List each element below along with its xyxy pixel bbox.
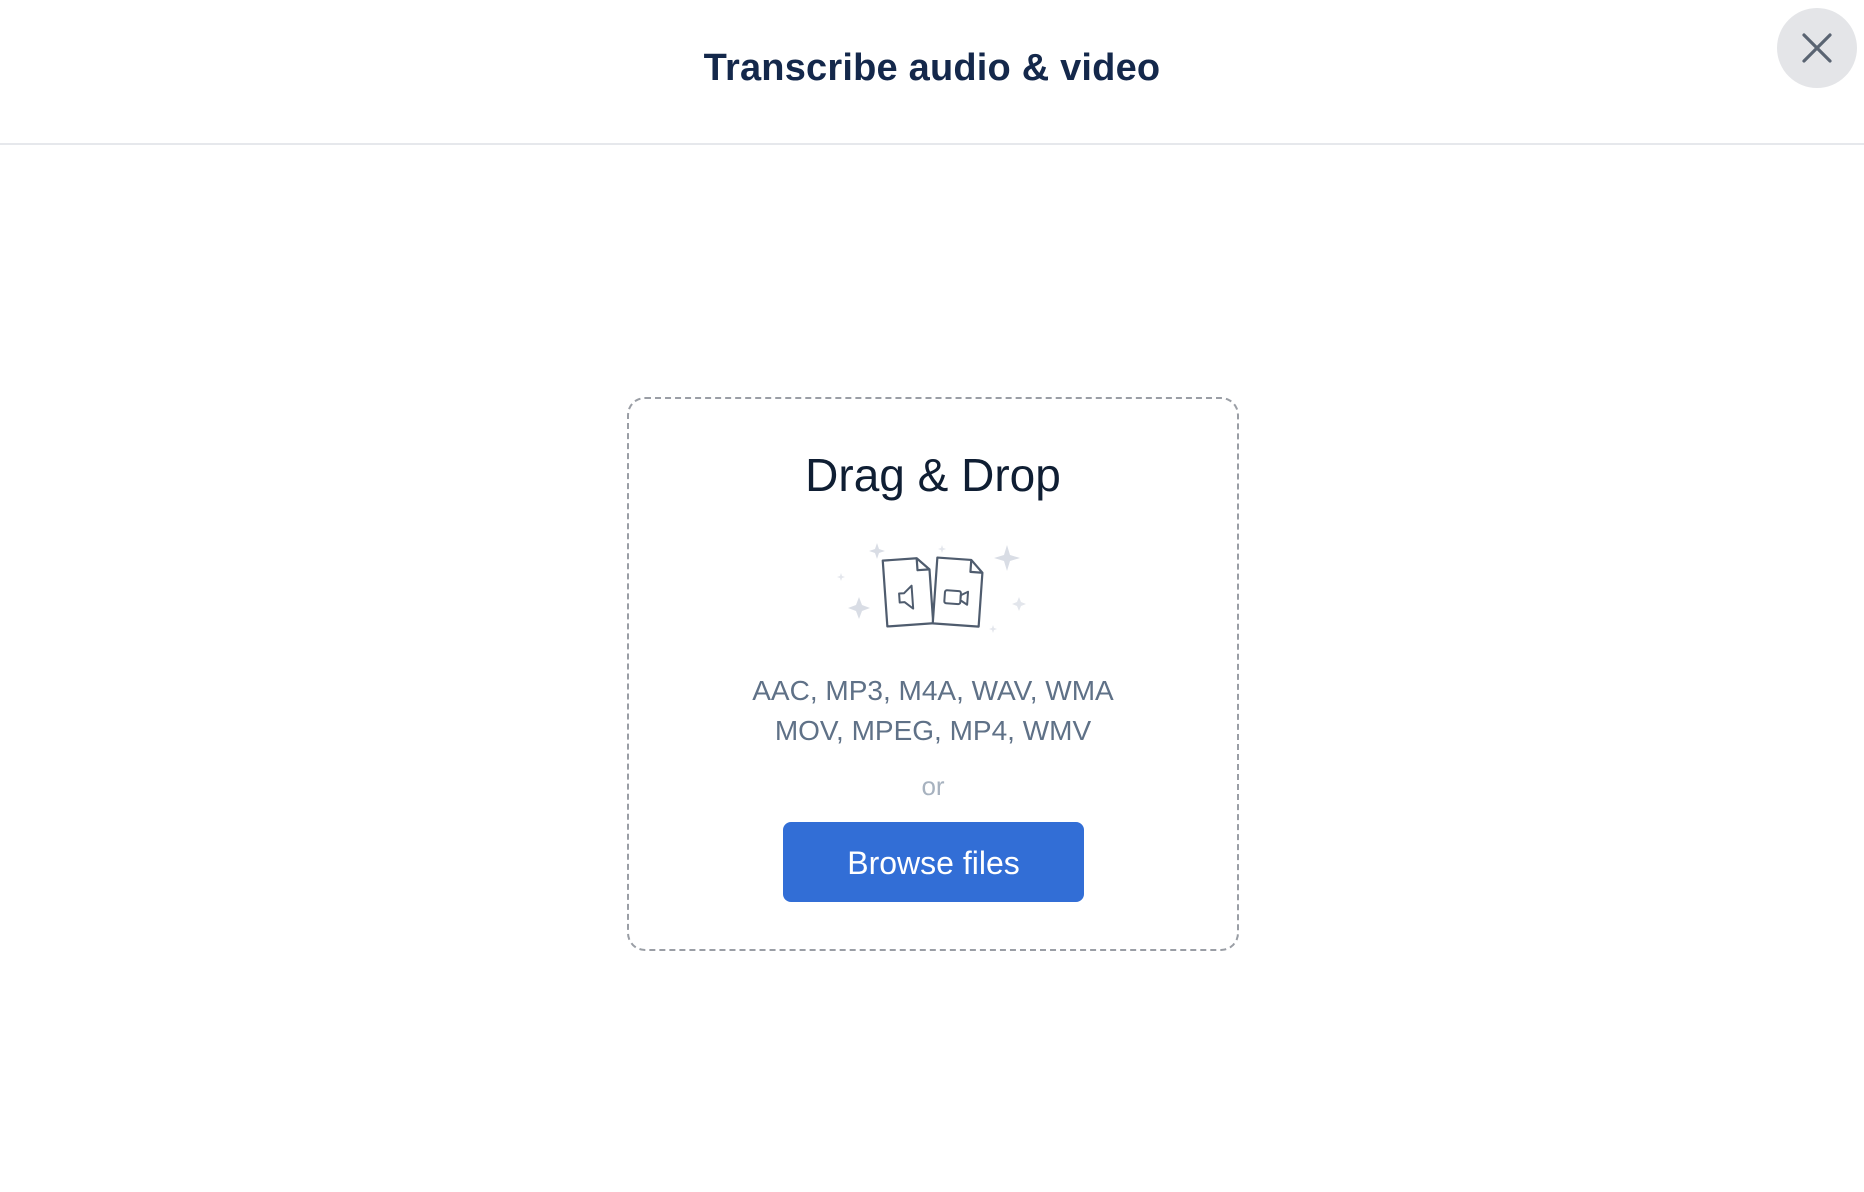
close-icon (1802, 33, 1832, 63)
modal-header: Transcribe audio & video (0, 0, 1864, 145)
browse-files-button[interactable]: Browse files (783, 822, 1084, 902)
dropzone-title: Drag & Drop (805, 449, 1061, 501)
audio-video-files-icon (837, 543, 1026, 633)
modal-title: Transcribe audio & video (703, 47, 1161, 89)
audio-formats: AAC, MP3, M4A, WAV, WMA (752, 675, 1114, 706)
video-formats: MOV, MPEG, MP4, WMV (774, 715, 1092, 746)
supported-formats: AAC, MP3, M4A, WAV, WMA MOV, MPEG, MP4, … (629, 671, 1237, 751)
file-dropzone[interactable]: Drag & Drop AAC, MP3, M4A, WAV, WMA MOV,… (627, 397, 1239, 951)
or-separator: or (921, 771, 945, 801)
close-button[interactable] (1777, 8, 1857, 88)
